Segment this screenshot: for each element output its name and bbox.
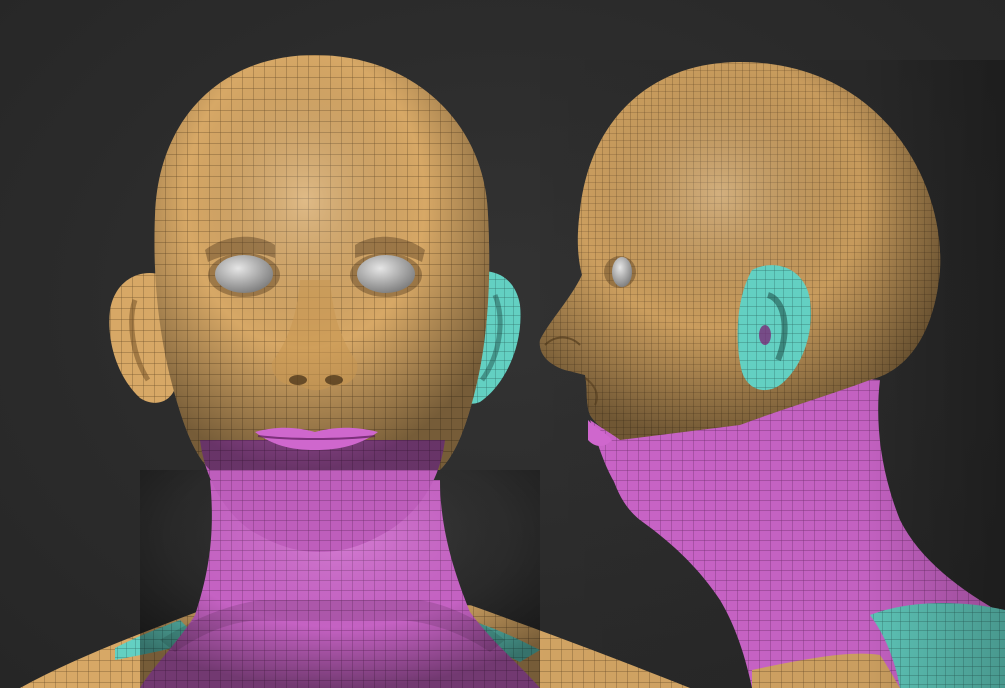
3d-viewport[interactable] [0,0,1005,688]
front-eye-left [215,255,273,293]
front-eye-right [357,255,415,293]
side-view-head [539,60,1005,688]
side-eye [612,257,632,287]
sculpt-render [20,55,1005,688]
